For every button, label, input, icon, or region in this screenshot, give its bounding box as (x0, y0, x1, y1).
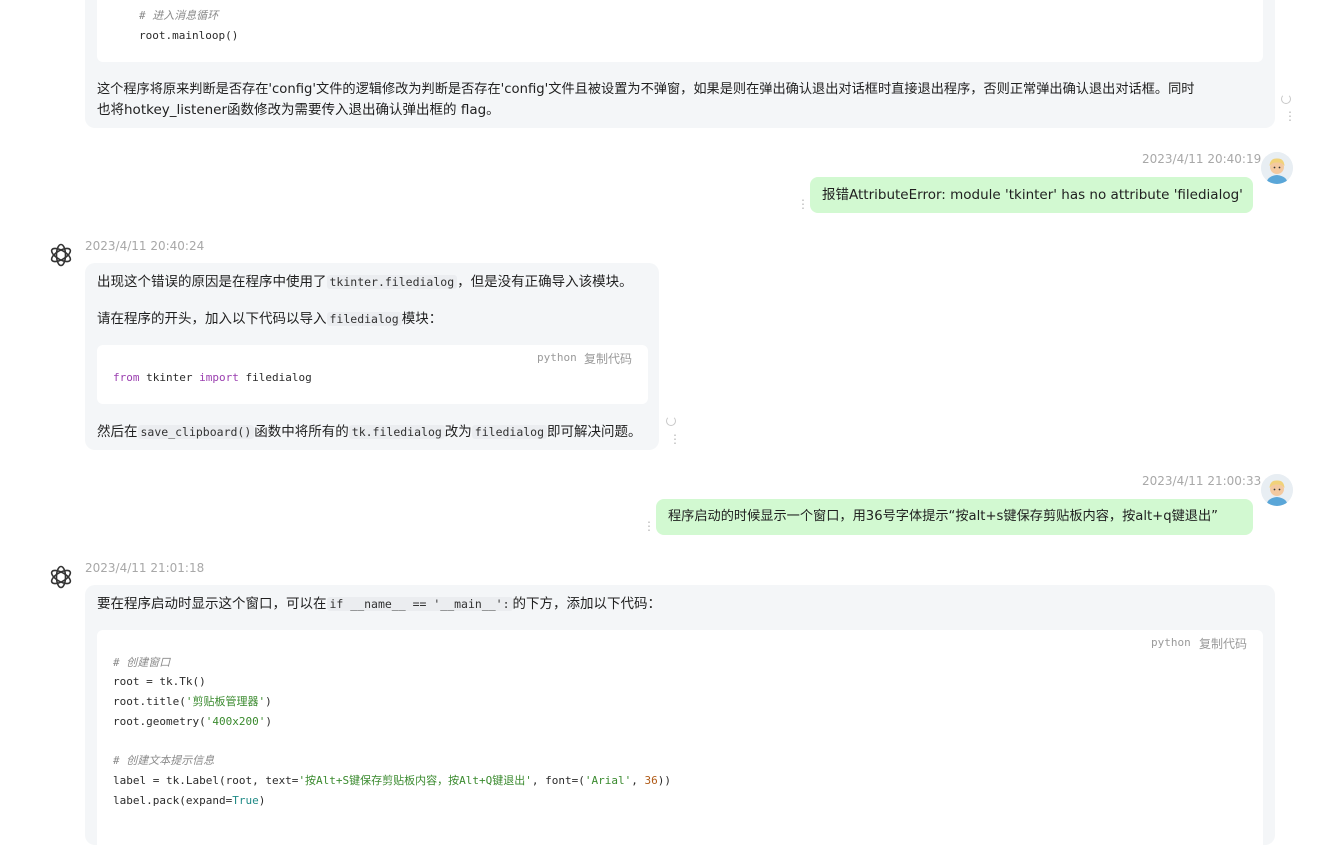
code-keyword: from (113, 371, 140, 384)
code-string: '按Alt+S键保存剪贴板内容，按Alt+Q键退出' (298, 774, 532, 787)
more-options-icon[interactable]: ⋮ (643, 520, 655, 532)
previous-code-block (97, 0, 1263, 62)
code-block (97, 630, 1263, 850)
code-line: root.title('剪贴板管理器') (113, 695, 272, 709)
code-text: root.title( (113, 695, 186, 708)
code-string: 'Arial' (584, 774, 632, 787)
code-comment: # 创建窗口 (113, 656, 171, 669)
code-line: label = tk.Label(root, text='按Alt+S键保存剪贴… (113, 774, 671, 788)
user-avatar (1261, 152, 1293, 184)
regenerate-icon[interactable] (1281, 94, 1291, 104)
code-text: , (631, 774, 645, 787)
code-string: '400x200' (205, 715, 266, 728)
code-number: 36 (644, 774, 658, 787)
inline-code: filedialog (471, 425, 548, 439)
inline-code: filedialog (326, 312, 402, 326)
text-span: 的下方，添加以下代码： (512, 596, 662, 612)
chatgpt-logo-icon (47, 563, 75, 591)
code-text: label.pack(expand= (113, 794, 233, 807)
code-text: ) (265, 695, 272, 708)
code-line: root.geometry('400x200') (113, 715, 272, 729)
code-text: ) (258, 794, 266, 807)
text-span: 出现这个错误的原因是在程序中使用了 (97, 274, 327, 290)
code-line: label.pack(expand=True) (113, 794, 265, 808)
more-options-icon[interactable]: ⋮ (669, 433, 681, 445)
chatgpt-logo-icon (47, 241, 75, 269)
code-language-label: python (537, 351, 577, 364)
code-keyword: import (199, 371, 239, 384)
text-span: 改为 (444, 424, 472, 440)
code-line: root = tk.Tk() (113, 675, 206, 688)
code-comment: # 进入消息循环 (139, 9, 219, 22)
inline-code: if __name__ == '__main__': (326, 597, 513, 611)
assistant-paragraph: 请在程序的开头，加入以下代码以导入 filedialog 模块： (97, 309, 442, 330)
regenerate-icon[interactable] (666, 416, 676, 426)
inline-code: save_clipboard() (137, 425, 255, 439)
assistant-timestamp: 2023/4/11 20:40:24 (85, 239, 205, 253)
text-span: ，但是没有正确导入该模块。 (457, 274, 633, 290)
assistant-timestamp: 2023/4/11 21:01:18 (85, 561, 205, 575)
text-span: 模块： (401, 311, 443, 327)
text-span: 要在程序启动时显示这个窗口，可以在 (97, 596, 327, 612)
more-options-icon[interactable]: ⋮ (1284, 110, 1296, 122)
text-span: 即可解决问题。 (547, 424, 642, 440)
code-language-label: python (1151, 636, 1191, 649)
copy-code-button[interactable]: 复制代码 (1199, 635, 1247, 652)
inline-code: tkinter.filedialog (326, 275, 458, 289)
user-timestamp: 2023/4/11 20:40:19 (1142, 152, 1262, 166)
more-options-icon[interactable]: ⋮ (797, 198, 809, 210)
text-span: 然后在 (97, 424, 138, 440)
assistant-paragraph: 要在程序启动时显示这个窗口，可以在 if __name__ == '__main_… (97, 594, 661, 615)
text-span: 函数中将所有的 (254, 424, 349, 440)
code-string: '剪贴板管理器' (185, 695, 266, 708)
assistant-paragraph: 然后在 save_clipboard() 函数中将所有的 tk.filedialog 改… (97, 422, 642, 443)
assistant-paragraph: 出现这个错误的原因是在程序中使用了 tkinter.filedialog ，但是没有… (97, 272, 633, 293)
text-span: 请在程序的开头，加入以下代码以导入 (97, 311, 327, 327)
copy-code-button[interactable]: 复制代码 (584, 350, 632, 367)
code-text: ) (265, 715, 272, 728)
previous-message-text-line1: 这个程序将原来判断是否存在'config'文件的逻辑修改为判断是否存在'conf… (97, 82, 1195, 97)
code-text: filedialog (238, 371, 312, 384)
code-text: )) (657, 774, 672, 787)
code-line: root.mainloop() (139, 29, 239, 42)
code-text: label = tk.Label(root, text= (113, 774, 299, 787)
user-timestamp: 2023/4/11 21:00:33 (1142, 474, 1262, 488)
code-boolean: True (232, 794, 259, 807)
code-comment: # 创建文本提示信息 (113, 754, 215, 767)
previous-message-text-line2: 也将hotkey_listener函数修改为需要传入退出确认弹出框的 flag。 (97, 102, 500, 118)
code-line: from tkinter import filedialog (113, 371, 312, 385)
code-text: tkinter (139, 371, 200, 384)
user-message-bubble: 程序启动的时候显示一个窗口，用36号字体提示“按alt+s键保存剪贴板内容，按a… (656, 499, 1253, 535)
user-avatar (1261, 474, 1293, 506)
user-message-bubble: 报错AttributeError: module 'tkinter' has n… (810, 177, 1253, 213)
code-text: root.geometry( (113, 715, 206, 728)
code-text: , font=( (531, 774, 585, 787)
inline-code: tk.filedialog (348, 425, 445, 439)
